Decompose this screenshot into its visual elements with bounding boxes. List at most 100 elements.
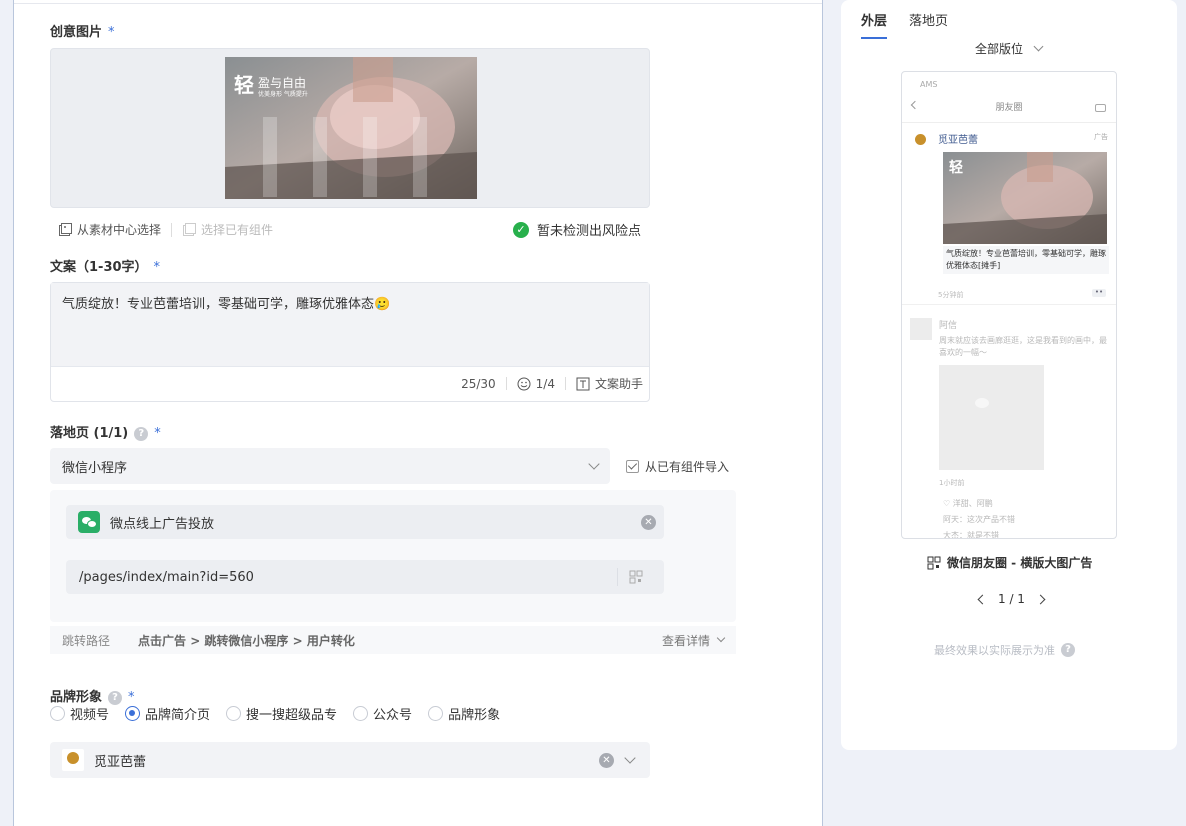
image-tools: 从素材中心选择 选择已有组件 [58, 221, 273, 238]
ad-image: 轻 [943, 152, 1107, 244]
ballet-photo-thumb: 轻 [943, 152, 1107, 244]
ad-account-name: 觅亚芭蕾 [938, 135, 978, 146]
radio-label: 视频号 [70, 708, 110, 723]
radio-icon [50, 706, 65, 721]
view-details-label: 查看详情 [661, 633, 710, 648]
svg-text:轻: 轻 [949, 159, 963, 176]
likes: ♡ 洋甜、阿鹏 [943, 499, 993, 508]
tab-outer[interactable]: 外层 [861, 10, 888, 39]
chevron-down-icon [1033, 41, 1044, 52]
landing-label-text: 落地页 (1/1) [50, 426, 129, 441]
brand-select[interactable]: 觅亚芭蕾 ✕ [50, 742, 650, 778]
help-icon[interactable]: ? [108, 690, 123, 705]
chevron-down-icon [716, 633, 726, 643]
phone-preview: AMS 朋友圈 觅亚芭蕾 广告 轻 气质绽放！专业芭蕾培训，零基础可学，雕琢优雅… [901, 71, 1117, 539]
ad-caption: 气质绽放！专业芭蕾培训，零基础可学，雕琢优雅体态[摊手] [943, 246, 1109, 274]
friend-name: 阿信 [939, 321, 958, 331]
image-subtitle: 优美身形 气质提升 [258, 91, 308, 98]
jump-path-label: 跳转路径 [62, 633, 111, 648]
mini-program-path-input[interactable]: /pages/index/main?id=560 [66, 560, 664, 594]
mini-program-name: 微点线上广告投放 [110, 516, 215, 532]
clear-icon[interactable]: ✕ [641, 514, 656, 530]
from-library-label: 从素材中心选择 [77, 223, 162, 237]
text-icon [576, 377, 590, 390]
creative-image-box[interactable]: 轻 盈与自由 优美身形 气质提升 [50, 48, 650, 208]
view-details-button[interactable]: 查看详情 [661, 632, 726, 649]
preview-note-text: 最终效果以实际展示为准 [934, 644, 1055, 657]
radio-icon [353, 706, 369, 721]
char-count: 25/30 [461, 376, 496, 391]
position-select[interactable]: 全部版位 [975, 40, 1044, 57]
avatar [912, 132, 930, 150]
comment: 阿天：这次产品不错 [943, 515, 1015, 524]
help-icon[interactable]: ? [1061, 643, 1075, 657]
tab-landing[interactable]: 落地页 [909, 10, 948, 39]
component-icon [183, 222, 197, 236]
brand-value: 觅亚芭蕾 [94, 754, 147, 770]
brand-radio-group: 视频号 品牌简介页 搜一搜超级品专 公众号 品牌形象 [50, 704, 516, 723]
chevron-down-icon [624, 752, 636, 764]
copy-toolbar: 25/30 1/4 文案助手 [461, 366, 643, 401]
more-icon: •• [1092, 289, 1106, 297]
friend-time: 1小时前 [939, 479, 965, 487]
post-time: 5分钟前 [938, 291, 964, 299]
radio-brand-intro[interactable]: 品牌简介页 [125, 704, 210, 723]
copy-text-value[interactable]: 气质绽放！专业芭蕾培训，零基础可学，雕琢优雅体态🥲 [51, 283, 649, 367]
jump-path-value: 点击广告 > 跳转微信小程序 > 用户转化 [138, 633, 355, 648]
chevron-left-icon[interactable] [977, 594, 988, 604]
creative-image-label-text: 创意图片 [50, 25, 103, 40]
radio-search-brand[interactable]: 搜一搜超级品专 [226, 704, 337, 723]
import-from-component[interactable]: 从已有组件导入 [626, 458, 729, 475]
landing-type-value: 微信小程序 [62, 460, 128, 476]
avatar [910, 318, 932, 340]
brand-logo [62, 749, 84, 771]
from-library-button[interactable]: 从素材中心选择 [58, 221, 161, 238]
copy-label: 文案（1-30字） * [50, 256, 160, 275]
divider [564, 377, 566, 390]
mini-program-select[interactable]: 微点线上广告投放 ✕ [66, 505, 664, 539]
image-title-big: 轻 [234, 73, 254, 97]
qrcode-icon[interactable] [629, 570, 643, 584]
risk-status: ✓ 暂未检测出风险点 [513, 220, 641, 239]
risk-status-text: 暂未检测出风险点 [537, 224, 642, 239]
emoji-icon[interactable] [517, 377, 531, 391]
import-label: 从已有组件导入 [645, 460, 730, 474]
comment: 大杰：就是不错 [943, 531, 999, 539]
required-mark: * [108, 25, 115, 40]
mini-program-settings: 微点线上广告投放 ✕ /pages/index/main?id=560 [50, 490, 736, 622]
required-mark: * [154, 426, 161, 441]
chevron-right-icon[interactable] [1035, 594, 1046, 604]
ad-format-text: 微信朋友圈 - 横版大图广告 [947, 556, 1093, 570]
emoji-count: 1/4 [535, 376, 555, 391]
radio-official-account[interactable]: 公众号 [353, 704, 412, 723]
landing-label: 落地页 (1/1)? * [50, 422, 161, 441]
required-mark: * [128, 690, 135, 705]
position-value: 全部版位 [975, 42, 1024, 56]
clear-icon[interactable]: ✕ [599, 752, 614, 768]
copy-assistant-button[interactable]: 文案助手 [576, 375, 643, 392]
ad-format-label: 微信朋友圈 - 横版大图广告 [927, 554, 1092, 571]
divider [902, 122, 1116, 123]
path-value: /pages/index/main?id=560 [79, 569, 254, 585]
radio-label: 品牌形象 [448, 708, 501, 723]
phone-nav-title: 朋友圈 [995, 103, 1023, 113]
from-component-button[interactable]: 选择已有组件 [182, 221, 273, 238]
brand-label: 品牌形象? * [50, 686, 135, 705]
jump-path-row: 跳转路径 点击广告 > 跳转微信小程序 > 用户转化 查看详情 [50, 626, 736, 654]
pager-text: 1 / 1 [998, 592, 1025, 606]
divider [14, 3, 822, 4]
qrcode-icon[interactable] [927, 556, 941, 570]
help-icon[interactable]: ? [134, 426, 149, 441]
landing-type-select[interactable]: 微信小程序 [50, 448, 610, 484]
checkbox-icon [626, 460, 639, 473]
divider [505, 377, 507, 390]
radio-brand-image[interactable]: 品牌形象 [428, 704, 500, 723]
radio-icon [226, 706, 242, 721]
creative-form-panel: 创意图片 * 轻 盈与自由 优美身形 气质提升 从素材中心选择 选择已有组件 ✓… [13, 0, 823, 826]
preview-tabs: 外层 落地页 [861, 10, 970, 39]
divider [902, 304, 1116, 305]
radio-video-account[interactable]: 视频号 [50, 704, 109, 723]
from-component-label: 选择已有组件 [201, 223, 274, 237]
radio-icon [428, 706, 444, 721]
copy-textarea[interactable]: 气质绽放！专业芭蕾培训，零基础可学，雕琢优雅体态🥲 25/30 1/4 文案助手 [50, 282, 650, 402]
